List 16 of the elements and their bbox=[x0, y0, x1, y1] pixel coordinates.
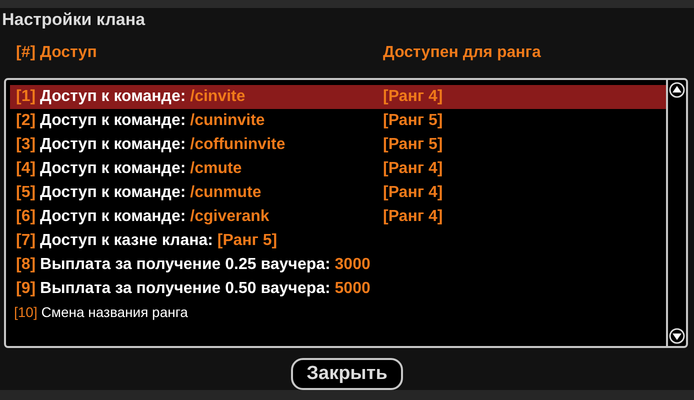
list-row[interactable]: [3] Доступ к команде: /coffuninvite [Ранг 5] bbox=[10, 132, 666, 157]
list-row[interactable]: [10] Смена названия ранга bbox=[10, 300, 666, 325]
list-row[interactable]: [9] Выплата за получение 0.50 ваучера: 5000 bbox=[10, 276, 666, 301]
list-row[interactable]: [8] Выплата за получение 0.25 ваучера: 3000 bbox=[10, 252, 666, 277]
list-row[interactable]: [6] Доступ к команде: /cgiverank [Ранг 4] bbox=[10, 204, 666, 229]
list-row[interactable]: [2] Доступ к команде: /cuninvite [Ранг 5] bbox=[10, 108, 666, 133]
column-header: Доступен для ранга bbox=[383, 43, 541, 63]
close-button[interactable]: Закрыть bbox=[290, 358, 404, 390]
list-row[interactable]: [1] Доступ к команде: /cinvite [Ранг 4] bbox=[10, 84, 666, 109]
scroll-down-icon[interactable] bbox=[669, 328, 685, 344]
scroll-up-icon[interactable] bbox=[669, 82, 685, 98]
column-header: [#] Доступ bbox=[16, 43, 98, 63]
list-row[interactable]: [7] Доступ к казне клана: [Ранг 5] bbox=[10, 228, 666, 253]
list-row[interactable]: [4] Доступ к команде: /cmute [Ранг 4] bbox=[10, 156, 666, 181]
window-title: Настройки клана bbox=[1, 9, 146, 30]
list-row[interactable]: [5] Доступ к команде: /cunmute [Ранг 4] bbox=[10, 180, 666, 205]
